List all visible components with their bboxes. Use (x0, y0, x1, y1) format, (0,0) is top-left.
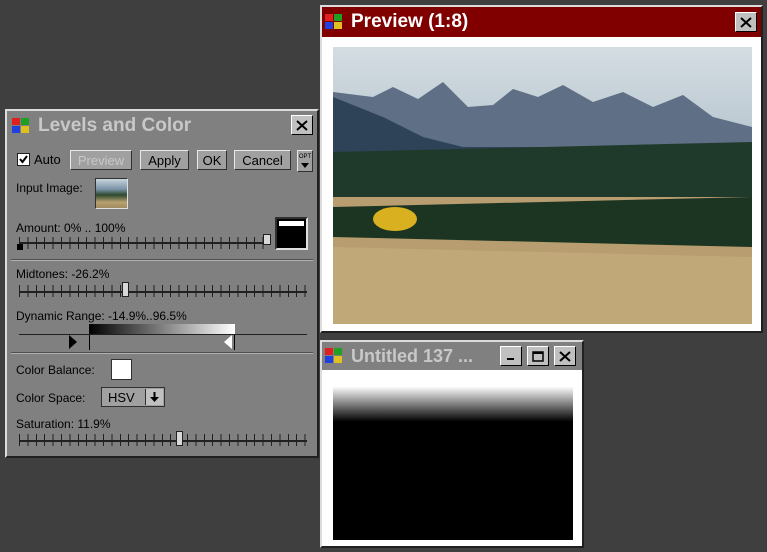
saturation-label: Saturation: 11.9% (16, 417, 111, 431)
app-logo-icon (12, 117, 34, 135)
auto-checkbox[interactable] (17, 153, 30, 166)
levels-title: Levels and Color (38, 115, 192, 136)
dynamic-range-low-handle[interactable] (69, 335, 77, 349)
separator (11, 352, 313, 354)
untitled-title: Untitled 137 ... (351, 345, 474, 366)
input-image-label: Input Image: (16, 181, 83, 195)
landscape-picture (333, 82, 752, 324)
dynamic-range-label: Dynamic Range: -14.9%..96.5% (16, 309, 187, 323)
preview-window: Preview (1:8) (320, 5, 763, 333)
midtones-label: Midtones: -26.2% (16, 267, 110, 281)
amount-preview-swatch (275, 217, 308, 250)
color-balance-label: Color Balance: (16, 363, 95, 377)
color-space-label: Color Space: (16, 391, 86, 405)
minimize-icon (507, 358, 514, 360)
auto-label: Auto (34, 152, 61, 167)
levels-color-window: Levels and Color Auto Preview Apply OK C… (5, 109, 319, 458)
saturation-slider-thumb[interactable] (176, 431, 183, 446)
untitled-titlebar[interactable]: Untitled 137 ... (322, 342, 582, 370)
untitled-window: Untitled 137 ... (320, 340, 584, 548)
dynamic-range-track (19, 334, 307, 335)
preview-image (333, 47, 752, 324)
separator (11, 259, 313, 261)
preview-title: Preview (1:8) (351, 11, 469, 32)
color-space-select[interactable]: HSV (101, 387, 165, 407)
options-button[interactable]: OPT (297, 150, 313, 172)
ok-button[interactable]: OK (197, 150, 227, 170)
levels-titlebar[interactable]: Levels and Color (9, 113, 315, 139)
app-logo-icon (325, 347, 347, 365)
close-icon (740, 16, 752, 28)
color-balance-swatch[interactable] (111, 359, 132, 380)
saturation-ticks (19, 434, 307, 446)
input-image-thumbnail[interactable] (95, 178, 128, 209)
gradient-image (333, 380, 573, 540)
app-logo-icon (325, 13, 347, 31)
amount-max-handle[interactable] (263, 234, 271, 245)
minimize-button[interactable] (500, 346, 522, 366)
amount-label: Amount: 0% .. 100% (16, 221, 126, 235)
close-icon (296, 119, 308, 131)
amount-ticks (19, 237, 268, 249)
apply-button[interactable]: Apply (140, 150, 189, 170)
dynamic-range-high-handle[interactable] (224, 335, 232, 349)
options-label: OPT (298, 154, 312, 160)
levels-close-button[interactable] (291, 115, 313, 135)
midtones-ticks (19, 285, 307, 297)
cancel-button[interactable]: Cancel (234, 150, 291, 170)
preview-button[interactable]: Preview (70, 150, 132, 170)
color-space-value: HSV (108, 390, 135, 405)
maximize-icon (532, 350, 544, 362)
dynamic-range-gradient (89, 324, 235, 334)
color-space-dropdown-button[interactable] (145, 389, 163, 405)
preview-close-button[interactable] (735, 12, 757, 32)
preview-titlebar[interactable]: Preview (1:8) (322, 7, 761, 37)
midtones-slider-thumb[interactable] (122, 282, 129, 297)
arrow-down-icon (301, 163, 309, 168)
amount-min-handle[interactable] (17, 244, 23, 250)
dynamic-range-high-marker (234, 335, 235, 350)
arrow-down-icon (150, 391, 159, 402)
close-icon (559, 350, 571, 362)
dynamic-range-low-marker (89, 335, 90, 350)
untitled-close-button[interactable] (554, 346, 576, 366)
check-icon (19, 155, 28, 164)
maximize-button[interactable] (527, 346, 549, 366)
